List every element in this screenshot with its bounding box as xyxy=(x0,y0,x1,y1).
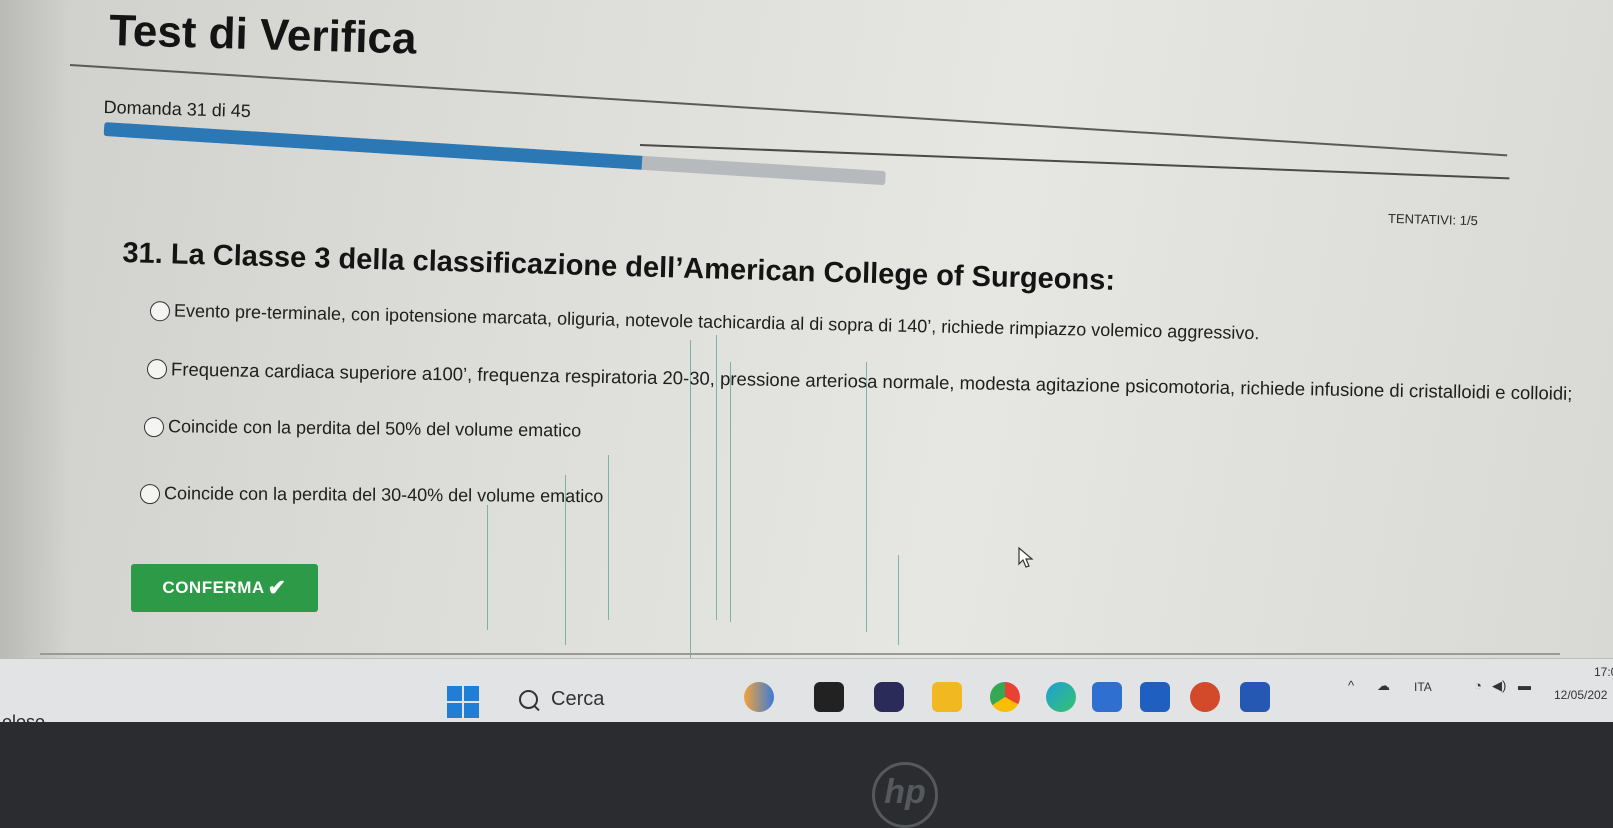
file-explorer-icon[interactable] xyxy=(932,682,962,712)
display-glitch-line xyxy=(565,475,566,645)
battery-icon[interactable]: ▬ xyxy=(1518,678,1531,693)
confirm-button[interactable]: CONFERMA ✔ xyxy=(131,564,318,612)
powerpoint-icon[interactable] xyxy=(1190,682,1220,712)
answer-option-2[interactable]: Frequenza cardiaca superiore a100’, freq… xyxy=(146,358,1573,405)
answer-option-label: Coincide con la perdita del 30-40% del v… xyxy=(163,483,604,507)
display-glitch-line xyxy=(730,362,731,622)
taskbar xyxy=(0,658,1613,722)
display-glitch-line xyxy=(866,362,867,632)
radio-button[interactable] xyxy=(149,300,171,321)
language-indicator[interactable]: ITA xyxy=(1414,680,1432,694)
windows-start-icon[interactable] xyxy=(447,686,479,718)
outlook-icon[interactable] xyxy=(1140,682,1170,712)
side-shadow xyxy=(0,0,70,660)
task-view-icon[interactable] xyxy=(814,682,844,712)
progress-fill xyxy=(103,122,643,170)
display-glitch-line xyxy=(487,505,488,630)
clock-date[interactable]: 12/05/202 xyxy=(1554,688,1607,702)
chat-icon[interactable] xyxy=(874,682,904,712)
answer-option-1[interactable]: Evento pre-terminale, con ipotensione ma… xyxy=(149,300,1260,344)
display-glitch-line xyxy=(898,555,899,645)
store-icon[interactable] xyxy=(1092,682,1122,712)
volume-icon[interactable]: ◀) xyxy=(1492,678,1506,694)
screen: Test di Verifica Domanda 31 di 45 TENTAT… xyxy=(0,0,1613,722)
radio-button[interactable] xyxy=(143,416,165,437)
chevron-up-icon[interactable]: ^ xyxy=(1348,678,1354,693)
attempts-counter: TENTATIVI: 1/5 xyxy=(1387,210,1479,229)
hp-logo-icon: hp xyxy=(872,762,938,828)
display-glitch-line xyxy=(716,335,717,620)
question-text: 31. La Classe 3 della classificazione de… xyxy=(122,237,1116,297)
progress-bar xyxy=(103,122,886,186)
answer-option-label: Frequenza cardiaca superiore a100’, freq… xyxy=(170,358,1573,404)
radio-button[interactable] xyxy=(146,359,168,380)
wifi-icon[interactable]: ◔ xyxy=(1474,678,1482,693)
display-glitch-line xyxy=(608,455,609,620)
search-icon[interactable] xyxy=(519,690,538,709)
answer-option-label: Coincide con la perdita del 50% del volu… xyxy=(167,416,582,441)
onedrive-icon[interactable]: ☁ xyxy=(1377,678,1390,694)
mouse-cursor-icon xyxy=(1018,547,1034,568)
question-counter: Domanda 31 di 45 xyxy=(103,97,252,122)
answer-option-4[interactable]: Coincide con la perdita del 30-40% del v… xyxy=(139,483,604,507)
display-glitch-line xyxy=(690,340,691,670)
widgets-icon[interactable] xyxy=(744,682,774,712)
page-title: Test di Verifica xyxy=(108,6,418,64)
answer-option-3[interactable]: Coincide con la perdita del 50% del volu… xyxy=(143,416,582,442)
word-icon[interactable] xyxy=(1240,682,1270,712)
radio-button[interactable] xyxy=(139,483,161,504)
confirm-button-label: CONFERMA xyxy=(162,578,265,597)
taskbar-search-label[interactable]: Cerca xyxy=(551,688,604,711)
chrome-icon[interactable] xyxy=(990,682,1020,712)
content-bottom-divider xyxy=(40,653,1560,655)
check-icon: ✔ xyxy=(267,575,287,600)
edge-icon[interactable] xyxy=(1046,682,1076,712)
clock-time[interactable]: 17:0 xyxy=(1594,665,1613,679)
taskbar-left-label: oloso xyxy=(2,712,46,722)
